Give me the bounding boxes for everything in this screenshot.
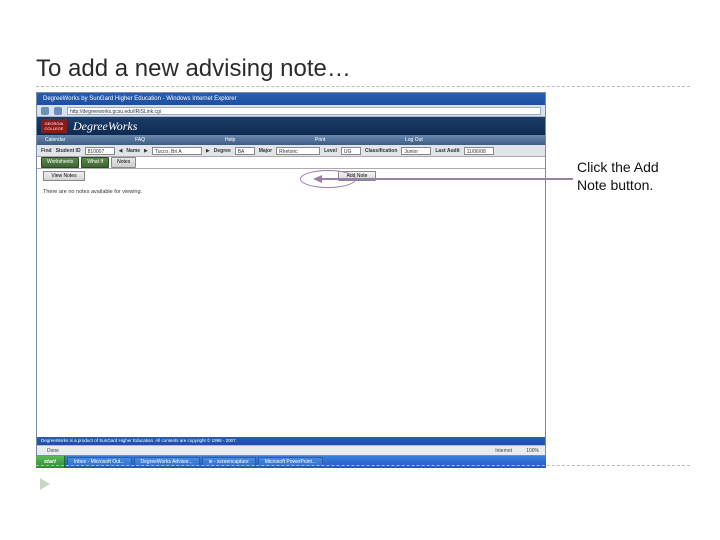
level-field[interactable]: UG — [341, 147, 361, 155]
nav-logout[interactable]: Log Out — [405, 135, 495, 145]
student-id-label: Student ID — [56, 148, 81, 154]
tab-worksheets[interactable]: Worksheets — [41, 157, 79, 168]
copyright-footer: DegreeWorks is a product of SunGard High… — [37, 437, 545, 445]
find-label[interactable]: Find — [41, 148, 52, 154]
prev-student-icon[interactable]: ◀ — [119, 148, 123, 154]
view-notes-button[interactable]: View Notes — [43, 171, 85, 181]
next-name-icon[interactable]: ▶ — [144, 148, 148, 154]
last-audit-label: Last Audit — [435, 148, 459, 154]
major-label: Major — [259, 148, 272, 154]
ie-status-bar: Done Internet 100% — [37, 445, 545, 455]
tab-notes[interactable]: Notes — [111, 157, 136, 168]
app-title: DegreeWorks — [73, 119, 137, 134]
top-nav: Calendar FAQ Help Print Log Out — [37, 135, 545, 145]
divider-bottom — [36, 465, 690, 466]
name-field[interactable]: Tucco, Bri A — [152, 147, 202, 155]
app-banner: GEORGIA COLLEGE DegreeWorks — [37, 117, 545, 135]
last-audit-field: 11/06/08 — [464, 147, 494, 155]
class-field[interactable]: Junior — [401, 147, 431, 155]
name-label: Name — [126, 148, 140, 154]
divider-top — [36, 86, 690, 87]
content-area: View Notes There are no notes available … — [37, 169, 545, 435]
no-notes-message: There are no notes available for viewing… — [43, 189, 545, 195]
student-info-row: Find Student ID 810007 ◀ Name ▶ Tucco, B… — [37, 145, 545, 157]
callout-arrow — [321, 178, 573, 180]
ie-titlebar: DegreeWorks by SunGard Higher Education … — [37, 93, 545, 105]
class-label: Classification — [365, 148, 398, 154]
windows-taskbar: start Inbox - Microsoft Out... DegreeWor… — [36, 456, 546, 468]
status-zoom[interactable]: 100% — [526, 448, 539, 454]
next-student-icon[interactable]: ▶ — [206, 148, 210, 154]
screenshot-window: DegreeWorks by SunGard Higher Education … — [36, 92, 546, 456]
start-button[interactable]: start — [36, 456, 65, 468]
tab-row: Worksheets What If Notes — [37, 157, 545, 169]
add-note-area: Add Note — [237, 169, 477, 183]
student-id-field[interactable]: 810007 — [85, 147, 115, 155]
nav-print[interactable]: Print — [315, 135, 405, 145]
major-field[interactable]: Rhetoric — [276, 147, 320, 155]
degree-field[interactable]: BA — [235, 147, 255, 155]
ie-toolbar: http://degreeworks.gcsu.edu/IRISLink.cgi — [37, 105, 545, 117]
nav-help[interactable]: Help — [225, 135, 315, 145]
college-logo: GEORGIA COLLEGE — [41, 119, 67, 133]
tab-whatif[interactable]: What If — [81, 157, 109, 168]
nav-calendar[interactable]: Calendar — [45, 135, 135, 145]
status-done: Done — [47, 448, 59, 454]
nav-faq[interactable]: FAQ — [135, 135, 225, 145]
slide-title: To add a new advising note… — [36, 55, 351, 83]
degree-label: Degree — [214, 148, 231, 154]
address-bar[interactable]: http://degreeworks.gcsu.edu/IRISLink.cgi — [67, 107, 541, 115]
status-zone: Internet — [495, 448, 512, 454]
forward-icon[interactable] — [54, 107, 62, 115]
callout-text: Click the Add Note button. — [577, 159, 687, 194]
level-label: Level — [324, 148, 337, 154]
back-icon[interactable] — [41, 107, 49, 115]
slide-marker-icon — [40, 478, 50, 490]
